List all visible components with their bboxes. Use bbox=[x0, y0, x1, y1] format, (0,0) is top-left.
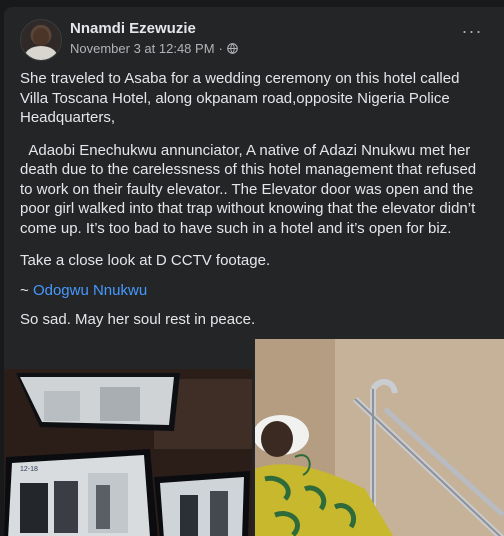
paragraph-1: She traveled to Asaba for a wedding cere… bbox=[20, 70, 460, 126]
post-media: 12-18 bbox=[4, 339, 504, 536]
paragraph-4: ~ Odogwu Nnukwu bbox=[20, 281, 482, 301]
avatar[interactable] bbox=[20, 19, 62, 61]
post-header: Nnamdi Ezewuzie November 3 at 12:48 PM ·… bbox=[20, 19, 490, 61]
more-options-icon: ··· bbox=[461, 21, 483, 41]
hospital-bed-photo[interactable] bbox=[255, 339, 504, 536]
meta-separator: · bbox=[218, 41, 223, 56]
more-options-button[interactable]: ··· bbox=[458, 21, 486, 45]
avatar-head bbox=[33, 28, 49, 46]
paragraph-2: Adaobi Enechukwu annunciator, A native o… bbox=[20, 141, 481, 237]
post-timestamp[interactable]: November 3 at 12:48 PM bbox=[70, 41, 215, 56]
post-body: She traveled to Asaba for a wedding cere… bbox=[20, 69, 482, 343]
post-card: Nnamdi Ezewuzie November 3 at 12:48 PM ·… bbox=[4, 7, 504, 536]
monitor-timestamp: 12-18 bbox=[20, 466, 38, 473]
post-meta: November 3 at 12:48 PM · bbox=[70, 41, 238, 56]
paragraph-3: Take a close look at D CCTV footage. bbox=[20, 252, 271, 269]
cctv-monitor-photo[interactable]: 12-18 bbox=[4, 369, 252, 536]
cctv-monitor-illustration: 12-18 bbox=[4, 369, 252, 536]
mention-prefix: ~ bbox=[20, 281, 33, 299]
avatar-shoulders bbox=[25, 46, 57, 60]
paragraph-5: So sad. May her soul rest in peace. bbox=[20, 311, 256, 328]
globe-icon[interactable] bbox=[227, 43, 238, 54]
hospital-bed-illustration bbox=[255, 339, 504, 536]
mention-link[interactable]: Odogwu Nnukwu bbox=[33, 282, 147, 299]
author-name[interactable]: Nnamdi Ezewuzie bbox=[70, 20, 196, 37]
